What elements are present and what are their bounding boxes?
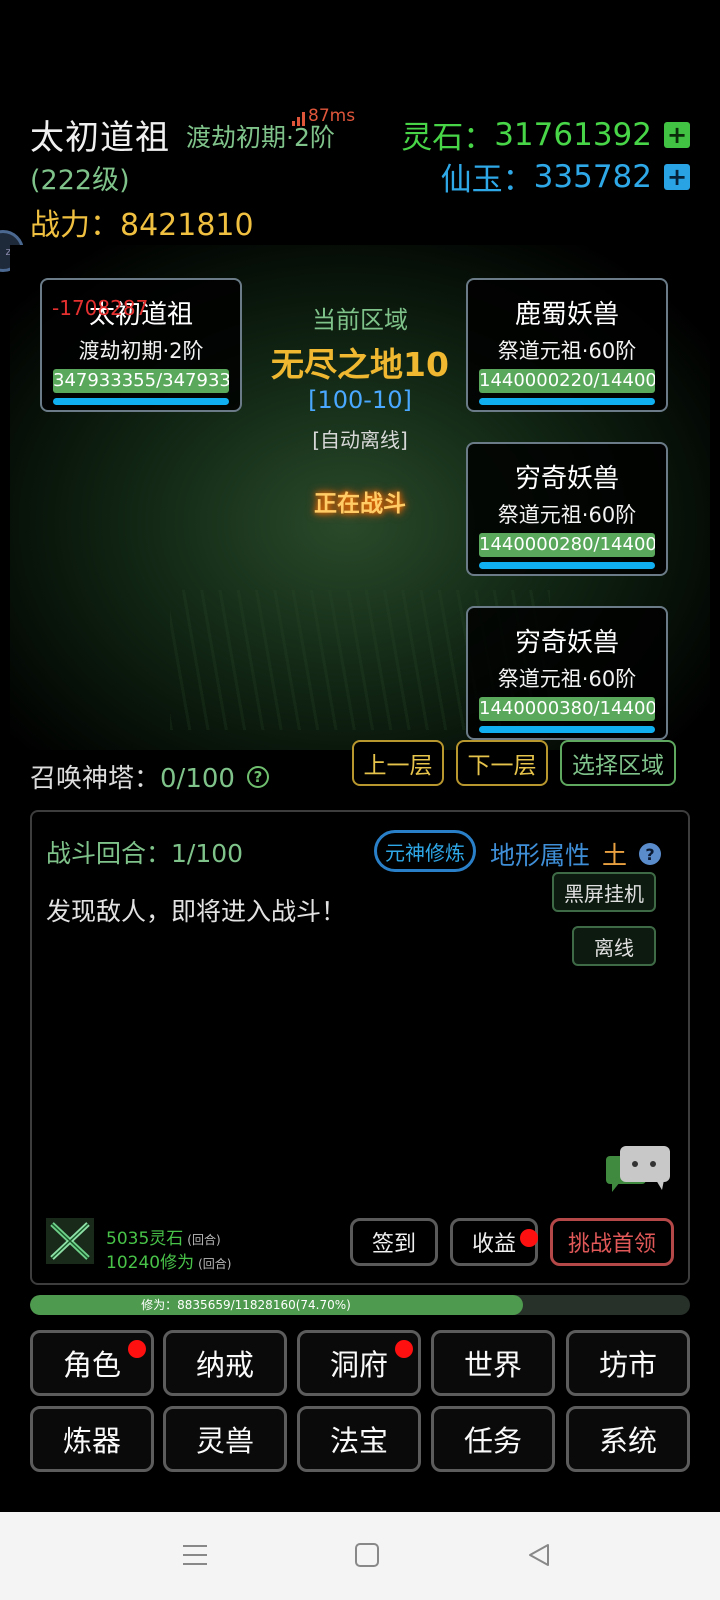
reward-cultivation: 10240修为 (回合)	[106, 1253, 232, 1273]
jade-currency: 仙玉： 335782 +	[441, 154, 690, 199]
enemy-hp-bar	[479, 398, 655, 405]
tower-label: 召唤神塔：0/100	[30, 764, 235, 794]
next-floor-button[interactable]: 下一层	[456, 740, 548, 786]
player-card-realm: 渡劫初期·2阶	[78, 339, 204, 363]
zone-name: 无尽之地10	[271, 345, 449, 384]
menu-market[interactable]: 坊市	[566, 1330, 690, 1396]
prev-floor-button[interactable]: 上一层	[352, 740, 444, 786]
challenge-boss-button[interactable]: 挑战首领	[550, 1218, 674, 1266]
ping-indicator: 87ms	[292, 106, 355, 126]
tower-help-icon[interactable]: ?	[246, 765, 269, 788]
sign-in-button[interactable]: 签到	[350, 1218, 438, 1266]
battle-log-line: 发现敌人，即将进入战斗！	[46, 897, 347, 926]
black-screen-button[interactable]: 黑屏挂机	[552, 872, 656, 912]
enemy-name: 穷奇妖兽	[514, 628, 619, 658]
player-card-hp: 347933355/347933	[53, 369, 229, 393]
enemy-hp-bar	[479, 562, 655, 569]
battle-status: 正在战斗	[314, 491, 406, 517]
jade-label: 仙玉：	[440, 162, 534, 198]
jade-value: 335782	[533, 158, 652, 195]
menu-quests[interactable]: 任务	[431, 1406, 555, 1472]
enemy-hp: 1440000380/14400	[479, 697, 655, 721]
menu-forging[interactable]: 炼器	[30, 1406, 154, 1472]
spirit-training-button[interactable]: 元神修炼	[374, 830, 476, 872]
cultivation-progress-text: 修为：8835659/11828160(74.70%)	[141, 1298, 351, 1312]
select-zone-button[interactable]: 选择区域	[560, 740, 676, 786]
player-card-hp-bar	[53, 398, 229, 405]
back-icon[interactable]	[514, 1530, 564, 1580]
enemy-hp: 1440000280/14400	[479, 533, 655, 557]
enemy-realm: 祭道元祖·60阶	[497, 339, 637, 363]
zone-mode: [自动离线]	[312, 428, 408, 452]
enemy-name: 穷奇妖兽	[514, 464, 619, 494]
enemy-realm: 祭道元祖·60阶	[497, 503, 637, 527]
offline-button[interactable]: 离线	[572, 926, 656, 966]
menu-storage-ring[interactable]: 纳戒	[163, 1330, 287, 1396]
spirit-stone-value: 31761392	[494, 116, 652, 153]
menu-icon[interactable]	[170, 1530, 220, 1580]
zone-label: 当前区域	[312, 306, 408, 334]
enemy-hp: 1440000220/14400	[479, 369, 655, 393]
crossed-swords-icon	[46, 1218, 94, 1264]
summon-tower: 召唤神塔：0/100 ?	[30, 758, 269, 795]
home-icon[interactable]	[342, 1530, 392, 1580]
add-jade-button[interactable]: +	[664, 163, 690, 190]
menu-system[interactable]: 系统	[566, 1406, 690, 1472]
enemy-realm: 祭道元祖·60阶	[497, 667, 637, 691]
terrain-label: 地形属性	[490, 841, 591, 870]
enemy-name: 鹿蜀妖兽	[514, 300, 619, 330]
enemy-card[interactable]: 穷奇妖兽 祭道元祖·60阶 1440000280/14400	[466, 442, 668, 576]
terrain-attribute: 地形属性 土 ?	[490, 836, 662, 872]
add-spirit-stone-button[interactable]: +	[664, 121, 690, 148]
enemy-card[interactable]: 穷奇妖兽 祭道元祖·60阶 1440000380/14400	[466, 606, 668, 740]
signal-icon	[292, 112, 305, 126]
menu-world[interactable]: 世界	[431, 1330, 555, 1396]
spirit-stone-label: 灵石：	[401, 120, 495, 156]
tower-value: 0/100	[160, 764, 235, 794]
chat-icon[interactable]	[606, 1144, 672, 1196]
character-notification-dot	[128, 1340, 146, 1358]
ping-value: 87ms	[308, 106, 356, 126]
zone-range: [100-10]	[308, 386, 412, 414]
cave-notification-dot	[395, 1340, 413, 1358]
spirit-stone-currency: 灵石： 31761392 +	[401, 112, 690, 157]
earnings-notification-dot	[520, 1229, 538, 1247]
reward-stones: 5035灵石 (回合)	[106, 1229, 221, 1249]
player-level: (222级)	[30, 165, 130, 196]
enemy-card[interactable]: 鹿蜀妖兽 祭道元祖·60阶 1440000220/14400	[466, 278, 668, 412]
terrain-help-icon[interactable]: ?	[639, 843, 662, 865]
damage-number: -1708287	[52, 296, 149, 320]
enemy-hp-bar	[479, 726, 655, 733]
combat-power: 战力：8421810	[30, 208, 254, 243]
menu-treasure[interactable]: 法宝	[297, 1406, 421, 1472]
battle-round: 战斗回合：1/100	[46, 839, 244, 868]
terrain-value: 土	[602, 841, 628, 870]
menu-spirit-beast[interactable]: 灵兽	[163, 1406, 287, 1472]
player-name: 太初道祖	[30, 118, 170, 158]
